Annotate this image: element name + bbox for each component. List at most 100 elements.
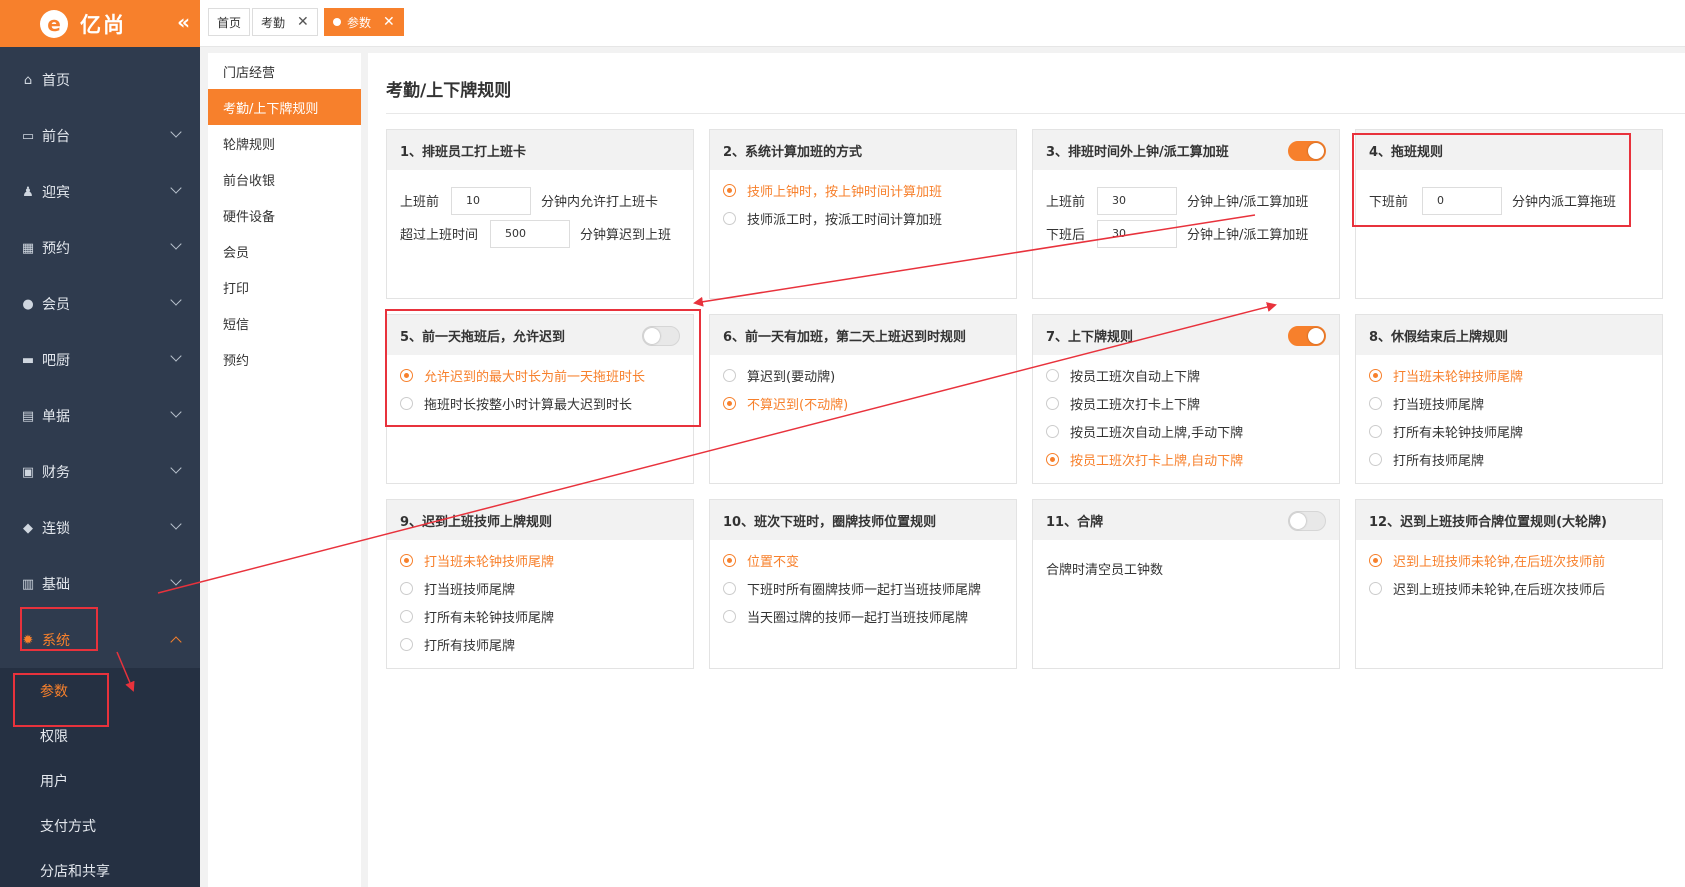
sidebar-item-label: 基础 xyxy=(42,577,70,593)
sidebar-item-6[interactable]: ▤ 单据 xyxy=(0,388,200,444)
radio-option[interactable]: 按员工班次打卡上下牌 xyxy=(1046,389,1326,417)
radio-checked-icon[interactable] xyxy=(723,396,736,410)
radio-option[interactable]: 打所有技师尾牌 xyxy=(400,630,680,658)
sidebar-item-7[interactable]: ▣ 财务 xyxy=(0,444,200,500)
collapse-sidebar-icon[interactable]: « xyxy=(177,10,190,34)
radio-checked-icon[interactable] xyxy=(400,368,413,382)
radio-checked-icon[interactable] xyxy=(723,553,736,567)
radio-unchecked-icon[interactable] xyxy=(400,581,413,595)
chevron-up-icon xyxy=(170,636,182,648)
radio-unchecked-icon[interactable] xyxy=(723,368,736,382)
radio-unchecked-icon[interactable] xyxy=(1046,368,1059,382)
sidebar-item-0[interactable]: ⌂ 首页 xyxy=(0,52,200,108)
card-title-text: 11、合牌 xyxy=(1046,514,1104,530)
category-booking[interactable]: 预约 xyxy=(208,341,361,377)
radio-unchecked-icon[interactable] xyxy=(1369,424,1382,438)
submenu-item-permissions[interactable]: 权限 xyxy=(0,713,200,758)
field-suffix: 分钟算迟到上班 xyxy=(580,228,672,243)
radio-option[interactable]: 技师派工时，按派工时间计算加班 xyxy=(723,204,1003,232)
radio-checked-icon[interactable] xyxy=(1369,368,1382,382)
radio-checked-icon[interactable] xyxy=(1046,452,1059,466)
radio-option[interactable]: 打所有未轮钟技师尾牌 xyxy=(1369,417,1649,445)
home-icon: ⌂ xyxy=(23,72,33,88)
close-icon[interactable]: ✕ xyxy=(297,14,309,30)
user-icon: ● xyxy=(22,296,34,312)
tab-params[interactable]: 参数 ✕ xyxy=(324,8,404,36)
tab-home[interactable]: 首页 xyxy=(208,8,251,36)
radio-unchecked-icon[interactable] xyxy=(723,211,736,225)
radio-option[interactable]: 打当班技师尾牌 xyxy=(1369,389,1649,417)
merge-description: 合牌时清空员工钟数 xyxy=(1046,563,1164,578)
before-shift-input[interactable] xyxy=(1097,186,1178,215)
merge-toggle[interactable] xyxy=(1288,511,1326,531)
late-threshold-input[interactable] xyxy=(490,219,571,248)
radio-unchecked-icon[interactable] xyxy=(723,609,736,623)
radio-checked-icon[interactable] xyxy=(400,553,413,567)
radio-unchecked-icon[interactable] xyxy=(400,396,413,410)
category-member[interactable]: 会员 xyxy=(208,233,361,269)
radio-unchecked-icon[interactable] xyxy=(1369,396,1382,410)
category-sms[interactable]: 短信 xyxy=(208,305,361,341)
tab-attendance[interactable]: 考勤 ✕ xyxy=(252,8,318,36)
radio-unchecked-icon[interactable] xyxy=(1046,424,1059,438)
category-cashier[interactable]: 前台收银 xyxy=(208,161,361,197)
radio-unchecked-icon[interactable] xyxy=(400,637,413,651)
radio-option[interactable]: 打所有未轮钟技师尾牌 xyxy=(400,602,680,630)
sidebar-item-10[interactable]: ✹ 系统 xyxy=(0,612,200,668)
sidebar-item-9[interactable]: ▥ 基础 xyxy=(0,556,200,612)
sidebar-item-3[interactable]: ▦ 预约 xyxy=(0,220,200,276)
radio-option[interactable]: 拖班时长按整小时计算最大迟到时长 xyxy=(400,389,680,417)
radio-option[interactable]: 按员工班次自动上下牌 xyxy=(1046,361,1326,389)
drag-before-input[interactable] xyxy=(1422,186,1503,215)
board-rules-toggle[interactable] xyxy=(1288,326,1326,346)
after-shift-input[interactable] xyxy=(1097,219,1178,248)
chevron-down-icon xyxy=(170,350,182,362)
card-drag-rule: 4、拖班规则 下班前 分钟内派工算拖班 xyxy=(1355,129,1663,299)
submenu-item-payment[interactable]: 支付方式 xyxy=(0,803,200,848)
sidebar-item-label: 预约 xyxy=(42,241,70,257)
category-store[interactable]: 门店经营 xyxy=(208,53,361,89)
sidebar-item-1[interactable]: ▭ 前台 xyxy=(0,108,200,164)
radio-option[interactable]: 算迟到(要动牌) xyxy=(723,361,1003,389)
option-label: 打当班未轮钟技师尾牌 xyxy=(424,554,555,570)
radio-option[interactable]: 迟到上班技师未轮钟,在后班次技师前 xyxy=(1369,546,1649,574)
category-attendance[interactable]: 考勤/上下牌规则 xyxy=(208,89,361,125)
radio-checked-icon[interactable] xyxy=(1369,553,1382,567)
radio-option[interactable]: 位置不变 xyxy=(723,546,1003,574)
radio-option[interactable]: 不算迟到(不动牌) xyxy=(723,389,1003,417)
chevron-down-icon xyxy=(170,518,182,530)
category-print[interactable]: 打印 xyxy=(208,269,361,305)
radio-unchecked-icon[interactable] xyxy=(1369,452,1382,466)
clock-in-before-input[interactable] xyxy=(451,186,532,215)
radio-option[interactable]: 技师上钟时，按上钟时间计算加班 xyxy=(723,176,1003,204)
radio-checked-icon[interactable] xyxy=(723,183,736,197)
submenu-item-branches[interactable]: 分店和共享 xyxy=(0,848,200,887)
radio-unchecked-icon[interactable] xyxy=(723,581,736,595)
radio-unchecked-icon[interactable] xyxy=(400,609,413,623)
radio-option[interactable]: 打当班未轮钟技师尾牌 xyxy=(1369,361,1649,389)
allow-late-toggle[interactable] xyxy=(642,326,680,346)
submenu-item-params[interactable]: 参数 xyxy=(0,668,200,713)
radio-unchecked-icon[interactable] xyxy=(1046,396,1059,410)
radio-option[interactable]: 打所有技师尾牌 xyxy=(1369,445,1649,473)
sidebar-item-4[interactable]: ● 会员 xyxy=(0,276,200,332)
radio-option[interactable]: 按员工班次自动上牌,手动下牌 xyxy=(1046,417,1326,445)
category-rotation[interactable]: 轮牌规则 xyxy=(208,125,361,161)
radio-option[interactable]: 打当班未轮钟技师尾牌 xyxy=(400,546,680,574)
overtime-toggle[interactable] xyxy=(1288,141,1326,161)
sidebar-item-8[interactable]: ◆ 连锁 xyxy=(0,500,200,556)
radio-option[interactable]: 打当班技师尾牌 xyxy=(400,574,680,602)
sidebar-item-2[interactable]: ♟ 迎宾 xyxy=(0,164,200,220)
sidebar-item-5[interactable]: ▬ 吧厨 xyxy=(0,332,200,388)
option-label: 迟到上班技师未轮钟,在后班次技师后 xyxy=(1393,582,1606,598)
close-icon[interactable]: ✕ xyxy=(383,14,395,30)
radio-option[interactable]: 按员工班次打卡上牌,自动下牌 xyxy=(1046,445,1326,473)
radio-unchecked-icon[interactable] xyxy=(1369,581,1382,595)
radio-option[interactable]: 当天圈过牌的技师一起打当班技师尾牌 xyxy=(723,602,1003,630)
submenu-item-users[interactable]: 用户 xyxy=(0,758,200,803)
radio-option[interactable]: 允许迟到的最大时长为前一天拖班时长 xyxy=(400,361,680,389)
category-hardware[interactable]: 硬件设备 xyxy=(208,197,361,233)
radio-option[interactable]: 下班时所有圈牌技师一起打当班技师尾牌 xyxy=(723,574,1003,602)
radio-option[interactable]: 迟到上班技师未轮钟,在后班次技师后 xyxy=(1369,574,1649,602)
tab-label: 首页 xyxy=(217,15,242,30)
